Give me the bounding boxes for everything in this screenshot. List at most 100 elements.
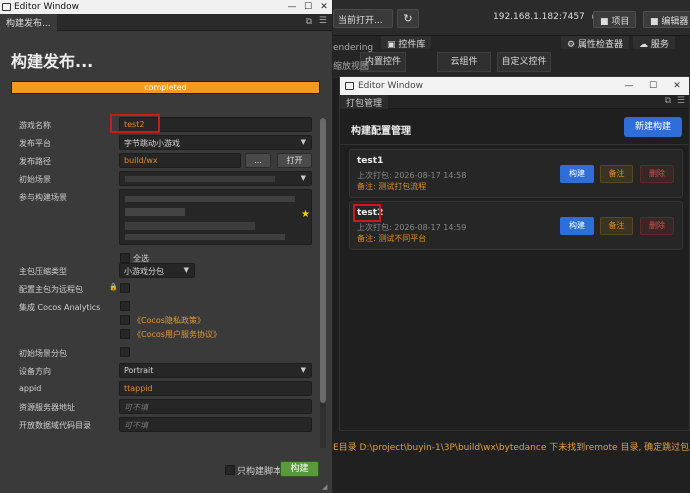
appid-label: appid: [19, 384, 42, 393]
platform-select[interactable]: 字节跳动小游戏: [119, 135, 312, 150]
build-path-label: 发布路径: [19, 157, 51, 166]
form-scrollbar[interactable]: [320, 118, 326, 448]
row-start-scene-subpackage: 初始场景分包: [11, 345, 315, 361]
panel-menu-icon[interactable]: ⧉: [306, 17, 312, 27]
script-only-checkbox[interactable]: [225, 465, 235, 475]
project-button[interactable]: ■ 项目: [593, 11, 637, 28]
scrollbar-thumb[interactable]: [320, 118, 326, 403]
row-appid: appid ttappid: [11, 381, 315, 397]
services-tab-label: 服务: [650, 40, 669, 50]
row-compress: 主包压缩类型 小游戏分包: [11, 263, 315, 279]
tab-build-publish[interactable]: 构建发布...: [0, 14, 57, 31]
console-log-line: E目录 D:\project\buyin-1\3P\build\wx\byted…: [333, 443, 690, 453]
star-icon[interactable]: ★: [301, 209, 310, 220]
preview-ip: 192.168.1.182:7457 ◉ 0: [493, 12, 608, 22]
blurred-scene-3: [125, 222, 255, 230]
maximize-icon[interactable]: ☐: [300, 0, 316, 14]
console-panel: E目录 D:\project\buyin-1\3P\build\wx\byted…: [333, 432, 690, 493]
row-scenes: 参与构建场景 ★: [11, 189, 315, 249]
remote-package-checkbox[interactable]: [120, 283, 130, 293]
scene-dropdown[interactable]: 当前打开...: [333, 9, 393, 28]
editor-button[interactable]: ■ 编辑器: [643, 11, 690, 28]
services-tab-icon: ☁: [639, 40, 651, 50]
analytics-label: 集成 Cocos Analytics: [19, 303, 101, 312]
config-build-button[interactable]: 构建: [560, 217, 594, 235]
select-all-checkbox[interactable]: [120, 253, 130, 263]
remote-package-label: 配置主包为远程包: [19, 285, 83, 294]
open-data-input[interactable]: 可不填: [119, 417, 312, 432]
compress-select[interactable]: 小游戏分包: [119, 263, 195, 278]
config-delete-button[interactable]: 删除: [640, 217, 674, 235]
minimize-icon[interactable]: —: [617, 77, 641, 95]
blurred-scene-4: [125, 234, 285, 240]
new-build-button[interactable]: 新建构建: [624, 117, 682, 137]
window-app-icon: [345, 82, 354, 90]
resource-server-input[interactable]: 可不填: [119, 399, 312, 414]
service-agreement-checkbox[interactable]: [120, 329, 130, 339]
pack-window-titlebar[interactable]: Editor Window — ☐ ✕: [340, 77, 689, 95]
start-scene-subpackage-label: 初始场景分包: [19, 349, 67, 358]
tab-controls[interactable]: ▣ 控件库: [381, 36, 432, 50]
panel-close-icon[interactable]: ☰: [677, 96, 685, 106]
resource-server-label: 资源服务器地址: [19, 403, 75, 412]
config-note: 备注: 测试打包流程: [357, 182, 427, 191]
window-app-icon: [2, 3, 11, 11]
orientation-select[interactable]: Portrait: [119, 363, 312, 378]
pack-window-title: Editor Window: [358, 81, 423, 91]
config-card: test1 上次打包: 2026-08-17 14:58 备注: 测试打包流程 …: [349, 149, 683, 198]
row-orientation: 设备方向 Portrait: [11, 363, 315, 379]
close-icon[interactable]: ✕: [665, 77, 689, 95]
scene-list[interactable]: ★: [119, 189, 312, 245]
panel-close-icon[interactable]: ☰: [319, 16, 327, 26]
comp-custom-button[interactable]: 自定义控件: [497, 52, 551, 72]
divider: [340, 144, 690, 145]
config-note: 备注: 测试不同平台: [357, 234, 427, 243]
build-window-title: Editor Window: [14, 2, 79, 12]
privacy-policy-link[interactable]: 《Cocos隐私政策》: [133, 315, 205, 326]
compress-label: 主包压缩类型: [19, 267, 67, 276]
blurred-scene-2: [125, 208, 185, 216]
minimize-icon[interactable]: —: [284, 0, 300, 14]
appid-input[interactable]: ttappid: [119, 381, 312, 396]
scenes-label: 参与构建场景: [19, 193, 67, 202]
refresh-icon[interactable]: ↻: [397, 9, 419, 28]
start-scene-select[interactable]: [119, 171, 312, 186]
open-data-label: 开放数据域代码目录: [19, 421, 91, 430]
config-delete-button[interactable]: 删除: [640, 165, 674, 183]
inspector-tab-icon: ⚙: [567, 40, 578, 50]
config-name: test1: [357, 156, 384, 166]
config-card: test2 上次打包: 2026-08-17 14:59 备注: 测试不同平台 …: [349, 201, 683, 250]
lock-icon: 🔒: [109, 283, 118, 291]
ide-toolbar: 当前打开... ↻ 192.168.1.182:7457 ◉ 0 ■ 项目 ■ …: [333, 0, 690, 36]
browse-button[interactable]: ...: [245, 153, 271, 168]
controls-tab-label: 控件库: [398, 40, 426, 50]
build-button[interactable]: 构建: [280, 461, 319, 477]
start-scene-subpackage-checkbox[interactable]: [120, 347, 130, 357]
build-path-input[interactable]: build/wx: [119, 153, 241, 168]
build-window-titlebar[interactable]: Editor Window — ☐ ✕: [0, 0, 332, 14]
config-note-button[interactable]: 备注: [600, 165, 633, 183]
privacy-checkbox[interactable]: [120, 315, 130, 325]
resize-grip-icon[interactable]: ◢: [322, 483, 327, 491]
close-icon[interactable]: ✕: [316, 0, 332, 14]
maximize-icon[interactable]: ☐: [641, 77, 665, 95]
pack-tabbar: 打包管理 ⧉ ☰: [340, 95, 689, 109]
ide-panels: ▣ 控件库 ⚙ 属性检查器 ☁ 服务 内置控件 云组件 自定义控件: [333, 36, 690, 78]
tab-pack-manager[interactable]: 打包管理: [340, 95, 389, 109]
comp-cloud-button[interactable]: 云组件: [437, 52, 491, 72]
row-game-name: 游戏名称 test2: [11, 114, 315, 133]
row-remote-package: 配置主包为远程包 🔒: [11, 281, 315, 297]
config-note-button[interactable]: 备注: [600, 217, 633, 235]
open-folder-button[interactable]: 打开: [277, 153, 312, 168]
row-build-path: 发布路径 build/wx ... 打开: [11, 153, 315, 169]
build-tabbar: 构建发布... ⧉ ☰: [0, 14, 332, 31]
panel-menu-icon[interactable]: ⧉: [665, 96, 671, 106]
service-agreement-link[interactable]: 《Cocos用户服务协议》: [133, 329, 221, 340]
orientation-label: 设备方向: [19, 367, 51, 376]
analytics-checkbox[interactable]: [120, 301, 130, 311]
game-name-label: 游戏名称: [19, 121, 51, 130]
tab-inspector[interactable]: ⚙ 属性检查器: [561, 36, 629, 50]
config-build-button[interactable]: 构建: [560, 165, 594, 183]
tab-services[interactable]: ☁ 服务: [633, 36, 675, 50]
start-scene-label: 初始场景: [19, 175, 51, 184]
